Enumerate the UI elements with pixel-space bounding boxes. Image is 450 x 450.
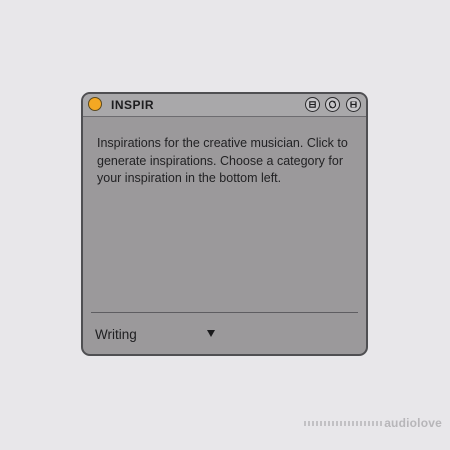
- category-dropdown[interactable]: Writing: [95, 326, 215, 344]
- expand-icon: [309, 101, 316, 108]
- refresh-icon: [328, 100, 337, 109]
- refresh-button[interactable]: [325, 97, 340, 112]
- save-icon: [350, 101, 357, 108]
- watermark-dots-icon: [304, 420, 383, 426]
- device-title: INSPIR: [111, 98, 155, 112]
- category-label: Writing: [95, 327, 137, 342]
- expand-button[interactable]: [305, 97, 320, 112]
- divider: [91, 312, 358, 313]
- watermark: audiolove: [304, 416, 442, 430]
- device-on-led[interactable]: [88, 97, 102, 111]
- description-text[interactable]: Inspirations for the creative musician. …: [97, 135, 359, 188]
- dropdown-arrow-icon: [207, 330, 215, 337]
- inspir-device: INSPIR Inspirations for the creative mus: [81, 92, 368, 356]
- title-bar: INSPIR: [83, 94, 366, 117]
- watermark-text: audiolove: [384, 416, 442, 430]
- save-button[interactable]: [346, 97, 361, 112]
